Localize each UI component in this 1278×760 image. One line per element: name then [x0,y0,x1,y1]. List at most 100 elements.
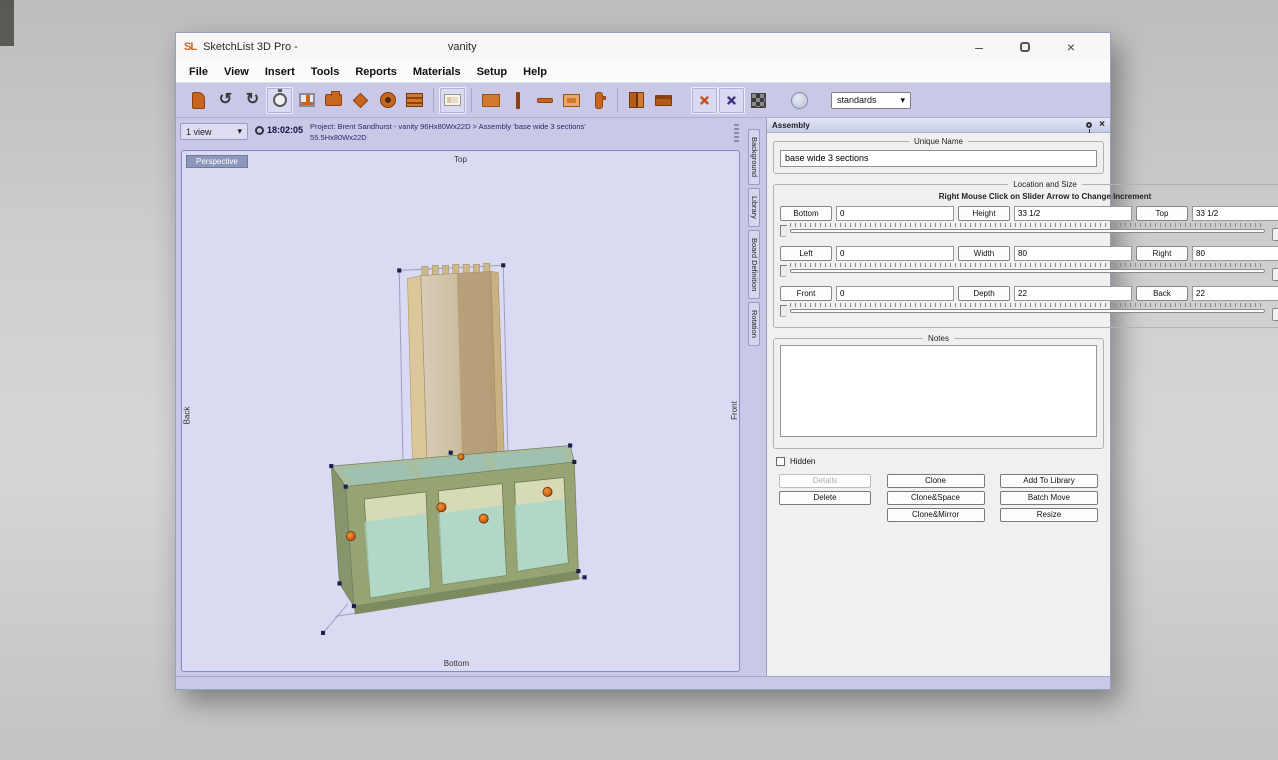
project-breadcrumb-line2: 55.5Hx80Wx22D [310,133,727,144]
menu-help[interactable]: Help [515,66,555,78]
clone-mirror-button[interactable]: Clone&Mirror [887,508,985,522]
details-button[interactable]: Details [779,474,871,488]
front-button[interactable]: Front [780,286,832,301]
menu-materials[interactable]: Materials [405,66,469,78]
minimize-button[interactable]: – [972,40,986,54]
height-increment-box[interactable]: 1 [1272,228,1278,241]
pin-icon[interactable] [1086,122,1092,128]
slider-groove[interactable] [790,229,1265,233]
vanity-model[interactable] [182,151,739,671]
width-button[interactable]: Width [958,246,1010,261]
width-slider-row: 1 [780,263,1278,281]
back-button[interactable]: Back [1136,286,1188,301]
view-count-dropdown[interactable]: 1 view ▾ [180,123,248,140]
bottom-input[interactable] [836,206,954,221]
depth-increment-box[interactable]: 1 [1272,308,1278,321]
drawer-icon[interactable] [650,87,677,114]
mirror-unit[interactable] [407,263,504,467]
perspective-badge[interactable]: Perspective [186,155,248,168]
viewport-3d[interactable]: Perspective Top Bottom Back Front [181,150,740,672]
viewport-bottom-label: Bottom [444,659,469,668]
width-increment-box[interactable]: 1 [1272,268,1278,281]
tab-background[interactable]: Background [748,129,760,185]
maximize-button[interactable] [1020,42,1030,52]
clamp-glyph [595,92,603,109]
redo-glyph: ↻ [246,92,259,108]
tab-board-definition[interactable]: Board Definition [748,230,760,299]
front-input[interactable] [836,286,954,301]
board-icon[interactable] [477,87,504,114]
viewport-right-label: Front [730,401,739,420]
width-slider[interactable] [780,263,1267,277]
undo-icon[interactable]: ↺ [212,87,239,114]
document-title: vanity [448,41,477,53]
right-button[interactable]: Right [1136,246,1188,261]
double-door-icon[interactable] [623,87,650,114]
add-to-library-button[interactable]: Add To Library [1000,474,1098,488]
layout-grid-icon[interactable] [293,87,320,114]
hidden-checkbox[interactable] [776,457,785,466]
vertical-divider-icon[interactable] [504,87,531,114]
top-input[interactable] [1192,206,1278,221]
menu-insert[interactable]: Insert [257,66,303,78]
height-input[interactable] [1014,206,1132,221]
camera-icon[interactable] [320,87,347,114]
location-size-label: Location and Size [1008,180,1082,189]
depth-slider[interactable] [780,303,1267,317]
delete-button[interactable]: Delete [779,491,871,505]
panel-glyph [563,94,580,107]
move-icon[interactable] [347,87,374,114]
panel-close-icon[interactable]: × [1099,120,1105,130]
left-input[interactable] [836,246,954,261]
bottom-button[interactable]: Bottom [780,206,832,221]
cabinet-bands-icon[interactable] [401,87,428,114]
clone-space-button[interactable]: Clone&Space [887,491,985,505]
globe-icon[interactable] [786,87,813,114]
chevron-down-icon: ▾ [900,95,905,106]
tab-rotation[interactable]: Rotation [748,302,760,346]
resize-button[interactable]: Resize [1000,508,1098,522]
splitter-grip[interactable] [734,124,739,142]
standards-dropdown[interactable]: standards ▾ [831,92,911,109]
back-input[interactable] [1192,286,1278,301]
notes-textarea[interactable] [780,345,1097,437]
tab-library[interactable]: Library [748,188,760,227]
assembly-panel-titlebar[interactable]: Assembly × [767,118,1110,133]
texture-checker-icon[interactable] [745,87,772,114]
saw-blade-icon[interactable] [374,87,401,114]
batch-move-button[interactable]: Batch Move [1000,491,1098,505]
close-button[interactable]: × [1064,40,1078,54]
left-button[interactable]: Left [780,246,832,261]
height-slider[interactable] [780,223,1267,237]
width-input[interactable] [1014,246,1132,261]
right-input[interactable] [1192,246,1278,261]
depth-input[interactable] [1014,286,1132,301]
depth-button[interactable]: Depth [958,286,1010,301]
redo-icon[interactable]: ↻ [239,87,266,114]
title-bar[interactable]: SL SketchList 3D Pro - vanity – × [176,33,1110,61]
notes-group: Notes [773,334,1104,449]
menu-reports[interactable]: Reports [347,66,405,78]
menu-tools[interactable]: Tools [303,66,348,78]
top-button[interactable]: Top [1136,206,1188,221]
unique-name-input[interactable] [780,150,1097,167]
delete-purple-x-icon[interactable]: × [718,87,745,114]
new-document-icon[interactable] [185,87,212,114]
menu-file[interactable]: File [181,66,216,78]
cabinet-outline-icon[interactable] [439,87,466,114]
menu-setup[interactable]: Setup [469,66,516,78]
framed-panel-icon[interactable] [558,87,585,114]
clamp-icon[interactable] [585,87,612,114]
project-breadcrumb-line1: Project: Brent Sandhurst - vanity 96Hx80… [310,122,727,133]
unique-name-group: Unique Name [773,137,1104,174]
stopwatch-icon[interactable] [266,87,293,114]
delete-orange-x-icon[interactable]: × [691,87,718,114]
menu-view[interactable]: View [216,66,257,78]
clone-button[interactable]: Clone [887,474,985,488]
base-cabinet[interactable] [331,445,579,614]
slider-groove[interactable] [790,309,1265,313]
height-button[interactable]: Height [958,206,1010,221]
assembly-panel: Assembly × Unique Name Location and Size… [766,118,1110,676]
horizontal-board-icon[interactable] [531,87,558,114]
slider-groove[interactable] [790,269,1265,273]
